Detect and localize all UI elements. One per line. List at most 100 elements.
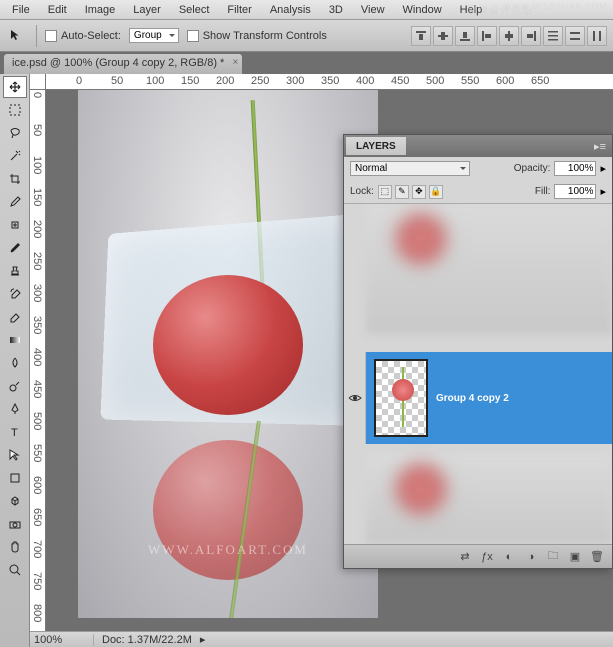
zoom-tool[interactable] [3, 559, 27, 581]
pen-tool[interactable] [3, 398, 27, 420]
fill-flyout-icon[interactable]: ▸ [600, 185, 606, 198]
doc-info: Doc: 1.37M/22.2M [102, 634, 192, 646]
lock-all-icon[interactable]: 🔒 [429, 185, 443, 199]
show-transform-checkbox[interactable]: Show Transform Controls [187, 30, 327, 42]
layer-list[interactable]: Group 4 copy 2 [344, 204, 612, 544]
ruler-tick: 200 [216, 75, 234, 87]
shape-tool[interactable] [3, 467, 27, 489]
dodge-tool[interactable] [3, 375, 27, 397]
distribute-top-icon[interactable] [543, 26, 563, 46]
canvas-watermark: WWW.ALFOART.COM [78, 542, 378, 558]
delete-layer-icon[interactable]: 🗑 [588, 549, 606, 565]
menu-file[interactable]: File [4, 2, 38, 18]
stamp-tool[interactable] [3, 260, 27, 282]
ruler-tick: 250 [251, 75, 269, 87]
ruler-tick: 350 [31, 316, 43, 334]
history-brush-tool[interactable] [3, 283, 27, 305]
ruler-vertical[interactable]: 0 50 100 150 200 250 300 350 400 450 500… [30, 90, 46, 631]
ruler-tick: 400 [31, 348, 43, 366]
ruler-tick: 500 [426, 75, 444, 87]
menu-filter[interactable]: Filter [219, 2, 259, 18]
zoom-field[interactable]: 100% [34, 634, 94, 646]
ruler-horizontal[interactable]: 0 50 100 150 200 250 300 350 400 450 500… [46, 74, 613, 90]
fill-label: Fill: [535, 186, 551, 197]
layer-row-selected[interactable]: Group 4 copy 2 [344, 352, 612, 444]
hand-tool[interactable] [3, 536, 27, 558]
align-vcenter-icon[interactable] [433, 26, 453, 46]
move-tool[interactable] [3, 76, 27, 98]
menu-3d[interactable]: 3D [321, 2, 351, 18]
layer-name[interactable]: Group 4 copy 2 [436, 393, 509, 404]
align-right-icon[interactable] [521, 26, 541, 46]
crop-tool[interactable] [3, 168, 27, 190]
show-transform-label: Show Transform Controls [203, 30, 327, 42]
lock-transparency-icon[interactable]: ⬚ [378, 185, 392, 199]
layer-row-body[interactable]: Group 4 copy 2 [366, 352, 612, 444]
distribute-v-icon[interactable] [565, 26, 585, 46]
gradient-tool[interactable] [3, 329, 27, 351]
ruler-tick: 700 [31, 540, 43, 558]
align-left-icon[interactable] [477, 26, 497, 46]
healing-tool[interactable] [3, 214, 27, 236]
layers-tab[interactable]: LAYERS [346, 137, 406, 155]
layer-visibility-toggle[interactable] [344, 352, 366, 444]
layer-thumbnail[interactable] [374, 359, 428, 437]
ruler-tick: 100 [31, 156, 43, 174]
eraser-tool[interactable] [3, 306, 27, 328]
marquee-tool[interactable] [3, 99, 27, 121]
doc-info-flyout-icon[interactable]: ▸ [200, 633, 206, 646]
menu-analysis[interactable]: Analysis [262, 2, 319, 18]
wand-tool[interactable] [3, 145, 27, 167]
distribute-bottom-icon[interactable] [587, 26, 607, 46]
align-top-icon[interactable] [411, 26, 431, 46]
options-bar: Auto-Select: Group Show Transform Contro… [0, 20, 613, 52]
layer-mask-icon[interactable]: ◐ [500, 549, 518, 565]
menu-edit[interactable]: Edit [40, 2, 75, 18]
canvas[interactable]: WWW.ALFOART.COM [78, 90, 378, 618]
menu-image[interactable]: Image [77, 2, 124, 18]
ruler-tick: 50 [111, 75, 123, 87]
link-layers-icon[interactable]: ⇄ [456, 549, 474, 565]
fill-input[interactable] [554, 184, 596, 199]
camera-tool[interactable] [3, 513, 27, 535]
close-tab-icon[interactable]: × [232, 57, 238, 68]
layer-group-icon[interactable]: 🗀 [544, 549, 562, 565]
ruler-tick: 350 [321, 75, 339, 87]
page-watermark-url: WWW.MISSYUAN.COM [504, 2, 607, 11]
type-tool[interactable]: T [3, 421, 27, 443]
brush-tool[interactable] [3, 237, 27, 259]
ruler-tick: 400 [356, 75, 374, 87]
path-tool[interactable] [3, 444, 27, 466]
ruler-tick: 550 [31, 444, 43, 462]
auto-select-dropdown[interactable]: Group [129, 28, 179, 43]
ruler-tick: 0 [76, 75, 82, 87]
new-layer-icon[interactable]: ▣ [566, 549, 584, 565]
lock-position-icon[interactable]: ✥ [412, 185, 426, 199]
eyedropper-tool[interactable] [3, 191, 27, 213]
blend-mode-dropdown[interactable]: Normal [350, 161, 470, 176]
adjustment-layer-icon[interactable]: ◑ [522, 549, 540, 565]
opacity-flyout-icon[interactable]: ▸ [600, 162, 606, 175]
ruler-tick: 450 [391, 75, 409, 87]
align-buttons [411, 26, 607, 46]
move-tool-icon[interactable] [6, 27, 28, 45]
menu-view[interactable]: View [353, 2, 393, 18]
lock-fill-row: Lock: ⬚ ✎ ✥ 🔒 Fill: ▸ [344, 180, 612, 203]
3d-tool[interactable] [3, 490, 27, 512]
panel-menu-icon[interactable]: ▸≡ [594, 140, 606, 153]
auto-select-checkbox[interactable]: Auto-Select: [45, 30, 121, 42]
lock-pixels-icon[interactable]: ✎ [395, 185, 409, 199]
align-hcenter-icon[interactable] [499, 26, 519, 46]
lasso-tool[interactable] [3, 122, 27, 144]
align-bottom-icon[interactable] [455, 26, 475, 46]
opacity-input[interactable] [554, 161, 596, 176]
document-tab-title: ice.psd @ 100% (Group 4 copy 2, RGB/8) * [12, 57, 224, 69]
blur-tool[interactable] [3, 352, 27, 374]
menu-window[interactable]: Window [395, 2, 450, 18]
artwork-cherry-reflection [153, 440, 303, 580]
menu-layer[interactable]: Layer [125, 2, 169, 18]
opacity-label: Opacity: [514, 163, 551, 174]
document-tab[interactable]: ice.psd @ 100% (Group 4 copy 2, RGB/8) *… [4, 54, 242, 74]
menu-select[interactable]: Select [171, 2, 218, 18]
layer-style-icon[interactable]: ƒx [478, 549, 496, 565]
